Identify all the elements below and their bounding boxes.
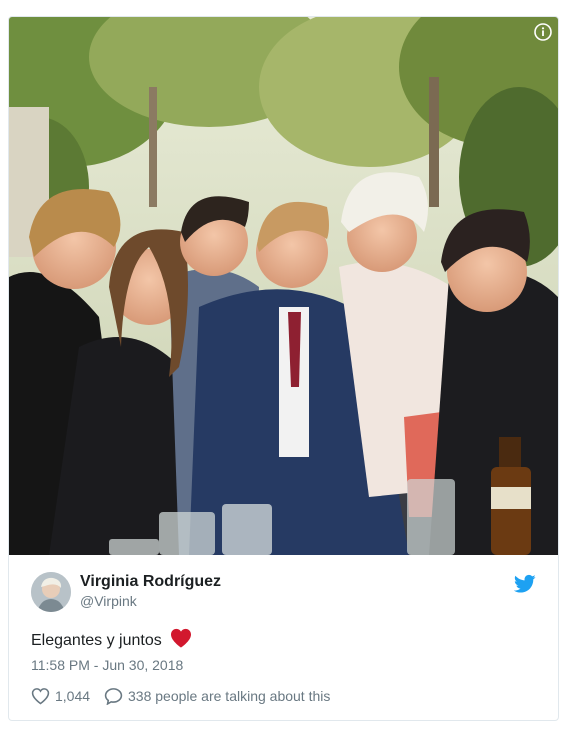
group-photo-illustration (9, 17, 558, 555)
author-name[interactable]: Virginia Rodríguez (80, 573, 221, 591)
tweet-timestamp[interactable]: 11:58 PM - Jun 30, 2018 (31, 657, 183, 673)
author-handle[interactable]: @Virpink (80, 593, 137, 609)
heart-outline-icon (31, 688, 50, 705)
reply-action[interactable]: 338 people are talking about this (104, 687, 330, 705)
like-count: 1,044 (55, 688, 91, 704)
tweet-photo[interactable] (9, 17, 558, 555)
embedded-tweet-card[interactable]: Virginia Rodríguez @Virpink Elegantes y … (8, 16, 559, 721)
reply-count-text: 338 people are talking about this (128, 688, 331, 704)
tweet-text: Elegantes y juntos (31, 632, 162, 649)
tweet-text-line: Elegantes y juntos (31, 628, 192, 650)
like-action[interactable]: 1,044 (31, 687, 90, 705)
info-icon[interactable] (534, 23, 552, 41)
speech-bubble-icon (104, 688, 123, 705)
tweet-author[interactable]: Virginia Rodríguez @Virpink (31, 572, 531, 612)
twitter-bird-icon[interactable] (514, 574, 536, 594)
avatar[interactable] (31, 572, 71, 612)
red-heart-emoji-icon (171, 628, 192, 648)
